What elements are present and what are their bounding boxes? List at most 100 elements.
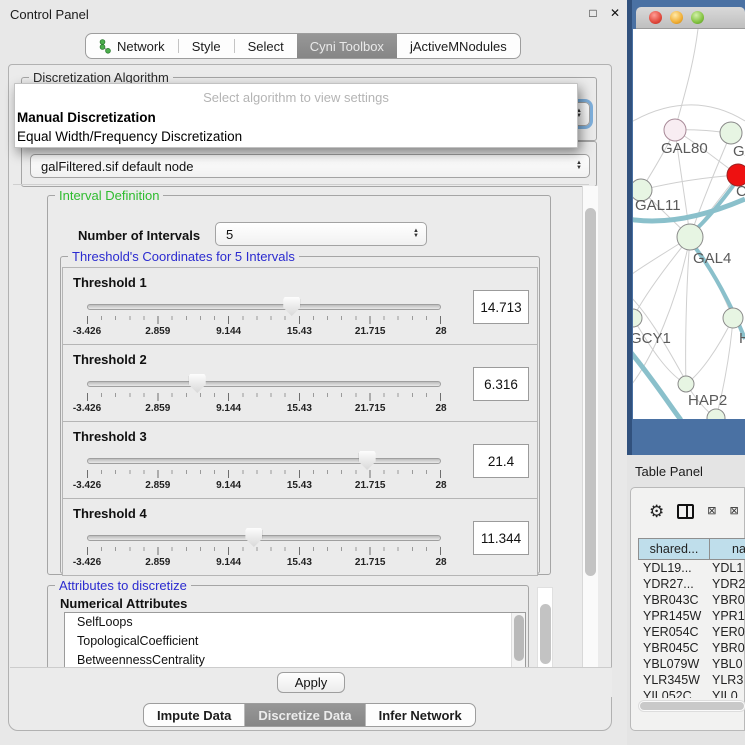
column-header-name[interactable]: na — [710, 539, 745, 559]
node-gcy1[interactable] — [633, 309, 642, 327]
list-item[interactable]: SelfLoops — [65, 613, 525, 632]
table-header-row: shared... na — [638, 538, 745, 560]
tab-style[interactable]: Style — [179, 34, 234, 58]
tab-discretize-data[interactable]: Discretize Data — [245, 704, 364, 726]
tab-jactivemnodules[interactable]: jActiveMNodules — [397, 34, 520, 58]
number-of-intervals-value: 5 — [216, 227, 233, 242]
thresholds-title: Threshold's Coordinates for 5 Intervals — [68, 249, 299, 264]
apply-button[interactable]: Apply — [277, 672, 345, 693]
slider-thumb[interactable] — [189, 374, 206, 393]
node-label-gcy1: GCY1 — [633, 330, 671, 347]
slider-thumb[interactable] — [245, 528, 262, 547]
control-panel-title: Control Panel — [10, 7, 89, 22]
threshold-4-value-field[interactable]: 11.344 — [473, 521, 529, 555]
slider-track — [87, 535, 441, 541]
minimize-traffic-light-icon[interactable] — [670, 11, 683, 24]
checkbox-icon[interactable]: ⊠ — [729, 506, 738, 517]
algorithm-dropdown-popup: Select algorithm to view settings Manual… — [14, 83, 578, 148]
node-gal80[interactable] — [664, 119, 686, 141]
close-icon[interactable]: ✕ — [607, 5, 623, 21]
thresholds-group: Threshold's Coordinates for 5 Intervals … — [60, 256, 540, 574]
tab-impute-data[interactable]: Impute Data — [144, 704, 244, 726]
tab-cyni-toolbox[interactable]: Cyni Toolbox — [297, 34, 397, 58]
threshold-3-panel: Threshold 3 -3.426 2.859 9.144 15.43 21.… — [62, 421, 538, 499]
checkbox-icon[interactable]: ⊠ — [707, 506, 716, 517]
column-layout-icon[interactable] — [677, 504, 694, 519]
table-row[interactable]: YDL19...YDL1 — [638, 560, 745, 576]
node-label-partial-top-right: GA — [733, 143, 745, 160]
slider-thumb[interactable] — [283, 297, 300, 316]
slider-track — [87, 304, 441, 310]
node-partial-top-right[interactable] — [720, 122, 742, 144]
close-traffic-light-icon[interactable] — [649, 11, 662, 24]
cyni-toolbox-panel: Discretization Algorithm ▲▼ Table Data g… — [8, 64, 612, 731]
table-panel-title: Table Panel — [635, 464, 703, 479]
threshold-2-value-field[interactable]: 6.316 — [473, 367, 529, 401]
settings-scrollbar[interactable] — [582, 186, 598, 668]
threshold-3-value-field[interactable]: 21.4 — [473, 444, 529, 478]
table-horizontal-scrollbar[interactable] — [638, 700, 745, 712]
table-data-select[interactable]: galFiltered.sif default node ▲▼ — [30, 154, 590, 178]
apply-row: Apply — [10, 667, 612, 697]
table-row[interactable]: YBL079WYBL0 — [638, 656, 745, 672]
attributes-scrollbar[interactable] — [537, 587, 553, 669]
threshold-1-panel: Threshold 1 -3.426 2.859 9.144 15.43 21.… — [62, 267, 538, 345]
slider-ticks — [87, 470, 441, 478]
scrollbar-thumb[interactable] — [514, 615, 524, 661]
interval-definition-title: Interval Definition — [55, 188, 163, 203]
threshold-3-slider[interactable]: -3.426 2.859 9.144 15.43 21.715 28 — [87, 452, 441, 498]
table-row[interactable]: YBR045CYBR0 — [638, 640, 745, 656]
network-edges — [633, 29, 745, 418]
table-panel-body: ⚙ ⊠ ⊠ shared... na YDL19...YDL1 YDR27...… — [630, 487, 745, 731]
list-scrollbar[interactable] — [511, 613, 525, 669]
threshold-4-slider[interactable]: -3.426 2.859 9.144 15.43 21.715 28 — [87, 529, 441, 575]
node-hap2[interactable] — [678, 376, 694, 392]
float-window-icon[interactable]: □ — [585, 5, 601, 21]
node-label-hap2: HAP2 — [688, 392, 727, 409]
table-row[interactable]: YIL052CYIL0 — [638, 688, 745, 698]
node-partial-low-right[interactable] — [723, 308, 743, 328]
node-partial-bottom[interactable] — [707, 409, 725, 419]
attributes-group: Attributes to discretize Numerical Attri… — [47, 585, 529, 669]
scrollbar-thumb[interactable] — [585, 208, 596, 576]
table-data-value: galFiltered.sif default node — [31, 159, 193, 174]
slider-ticks — [87, 547, 441, 555]
number-of-intervals-select[interactable]: 5 ▲▼ — [215, 222, 427, 246]
settings-viewport: Interval Definition Number of Intervals … — [13, 185, 585, 669]
network-canvas[interactable]: GAL80 GA C GAL11 GAL4 GCY1 H HAP2 — [633, 29, 745, 419]
tab-network-label: Network — [117, 39, 165, 54]
node-label-gal11: GAL11 — [635, 197, 681, 214]
threshold-2-slider[interactable]: -3.426 2.859 9.144 15.43 21.715 28 — [87, 375, 441, 421]
scrollbar-thumb[interactable] — [540, 604, 551, 664]
network-icon — [99, 39, 112, 54]
tab-select[interactable]: Select — [235, 34, 297, 58]
threshold-1-value-field[interactable]: 14.713 — [473, 290, 529, 324]
tab-network[interactable]: Network — [86, 34, 178, 58]
column-header-shared-name[interactable]: shared... — [639, 539, 710, 559]
option-manual-discretization[interactable]: Manual Discretization — [15, 105, 577, 125]
network-window-titlebar[interactable] — [636, 7, 745, 29]
option-equal-width-frequency[interactable]: Equal Width/Frequency Discretization — [15, 125, 577, 144]
control-panel-titlebar: Control Panel □ ✕ — [0, 0, 626, 28]
zoom-traffic-light-icon[interactable] — [691, 11, 704, 24]
slider-thumb[interactable] — [359, 451, 376, 470]
slider-ticks — [87, 393, 441, 401]
combo-arrows-icon: ▲▼ — [413, 229, 419, 239]
network-view-window[interactable]: GAL80 GA C GAL11 GAL4 GCY1 H HAP2 — [627, 0, 745, 455]
table-row[interactable]: YPR145WYPR1 — [638, 608, 745, 624]
table-toolbar: ⚙ ⊠ ⊠ — [631, 488, 744, 534]
list-item[interactable]: TopologicalCoefficient — [65, 632, 525, 651]
interval-definition-group: Interval Definition Number of Intervals … — [47, 195, 551, 575]
gear-icon[interactable]: ⚙ — [649, 503, 664, 520]
tab-infer-network[interactable]: Infer Network — [366, 704, 475, 726]
node-gal4[interactable] — [677, 224, 703, 250]
table-row[interactable]: YDR27...YDR2 — [638, 576, 745, 592]
node-label-partial-mid-right: C — [736, 183, 745, 200]
table-row[interactable]: YER054CYER0 — [638, 624, 745, 640]
table-row[interactable]: YLR345WYLR3 — [638, 672, 745, 688]
node-label-partial-low-right: H — [739, 330, 745, 347]
node-label-gal80: GAL80 — [661, 140, 708, 157]
threshold-1-slider[interactable]: -3.426 2.859 9.144 15.43 21.715 28 — [87, 298, 441, 344]
scrollbar-thumb[interactable] — [640, 702, 744, 710]
table-row[interactable]: YBR043CYBR0 — [638, 592, 745, 608]
